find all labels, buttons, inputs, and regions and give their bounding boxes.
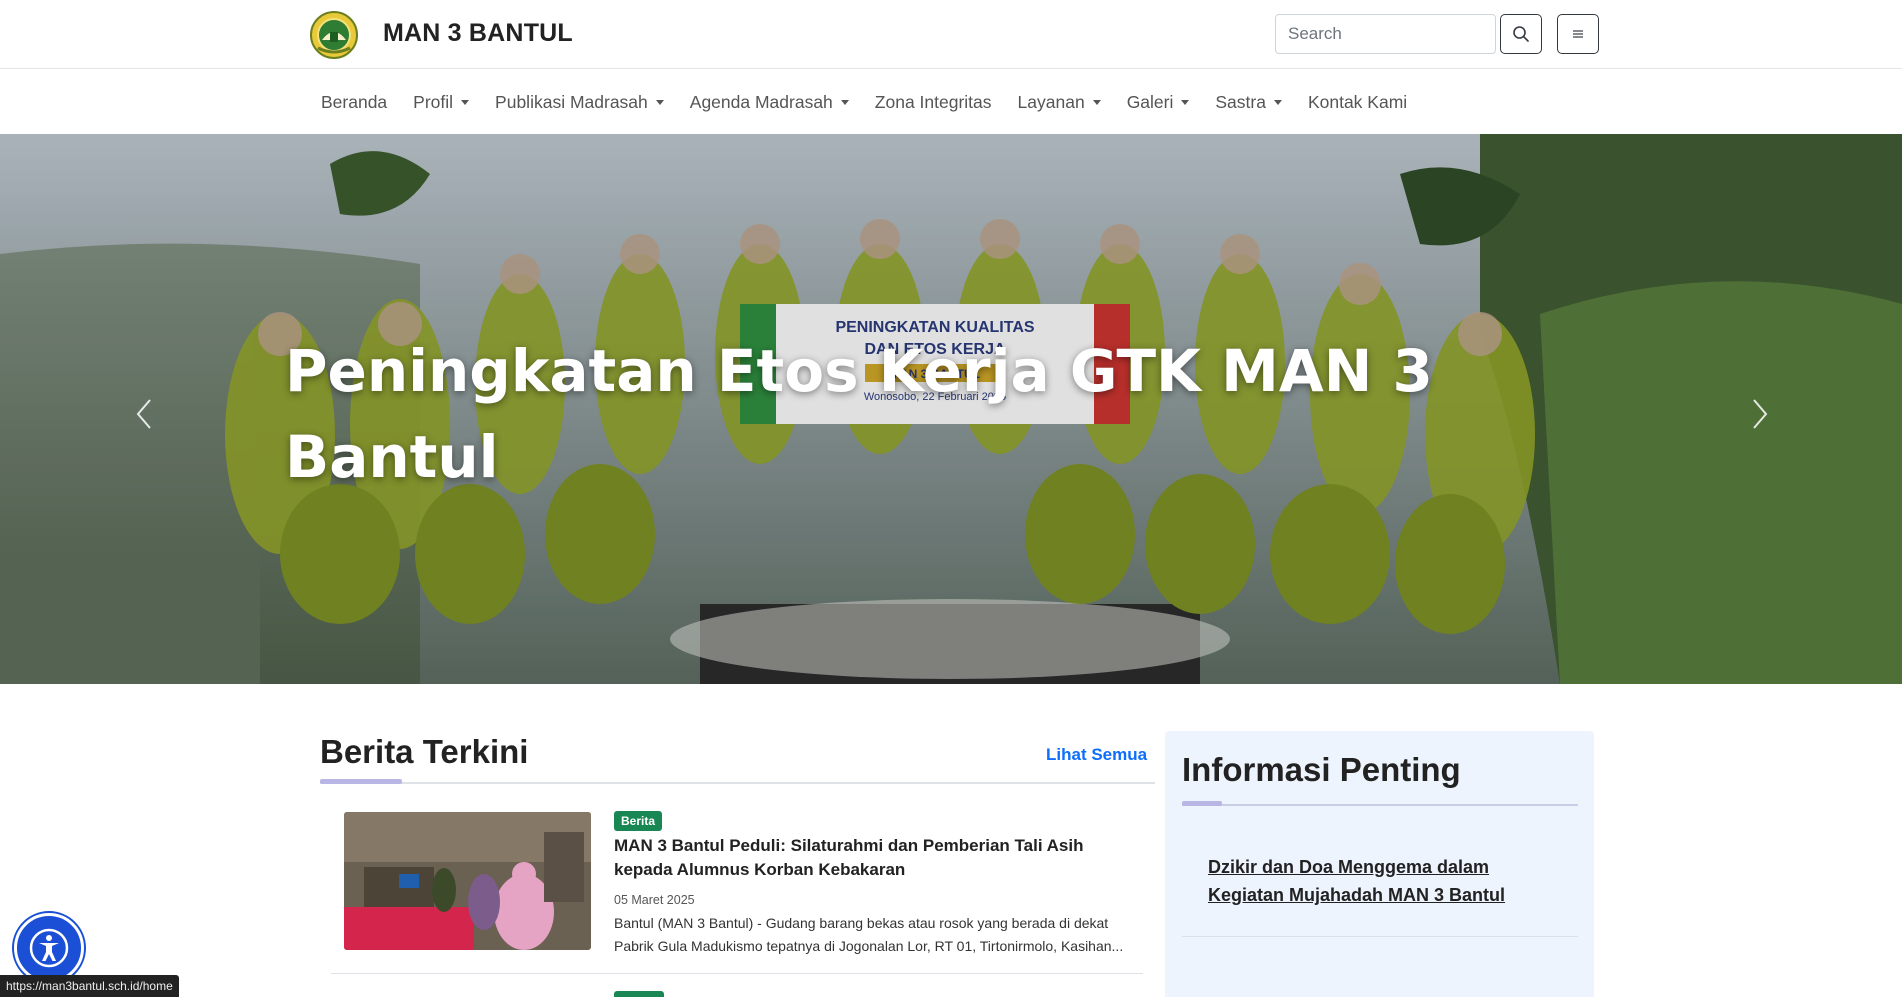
info-item-divider [1182, 936, 1578, 937]
main-nav: Beranda Profil Publikasi Madrasah Agenda… [0, 70, 1902, 134]
info-panel: Informasi Penting Dzikir dan Doa Menggem… [1165, 731, 1594, 997]
nav-item-label: Galeri [1126, 91, 1174, 112]
nav-item-label: Sastra [1215, 91, 1266, 112]
site-brand[interactable]: MAN 3 BANTUL [383, 19, 573, 48]
info-item-link[interactable]: Dzikir dan Doa Menggema dalam Kegiatan M… [1208, 853, 1548, 909]
nav-item-agenda[interactable]: Agenda Madrasah [677, 92, 862, 113]
caret-down-icon [461, 99, 470, 105]
news-excerpt: Bantul (MAN 3 Bantul) - Gudang barang be… [614, 915, 1124, 954]
carousel-next-button[interactable] [1740, 384, 1780, 444]
nav-item-publikasi[interactable]: Publikasi Madrasah [482, 92, 677, 113]
nav-item-label: Beranda [321, 91, 388, 112]
caret-down-icon [1273, 99, 1282, 105]
next-category-badge [614, 991, 664, 997]
category-badge[interactable]: Berita [614, 811, 663, 831]
nav-item-label: Profil [413, 91, 454, 112]
news-section-title: Berita Terkini [320, 733, 529, 770]
news-headline[interactable]: MAN 3 Bantul Peduli: Silaturahmi dan Pem… [614, 834, 1134, 882]
nav-item-label: Zona Integritas [874, 91, 992, 112]
caret-down-icon [1181, 99, 1190, 105]
chevron-right-icon [1753, 399, 1768, 429]
search-icon [1513, 26, 1529, 42]
nav-item-label: Publikasi Madrasah [495, 91, 648, 112]
nav-item-beranda[interactable]: Beranda [308, 92, 400, 113]
accessibility-button[interactable] [14, 913, 84, 983]
chevron-left-icon [136, 399, 151, 429]
caret-down-icon [840, 99, 849, 105]
nav-item-sastra[interactable]: Sastra [1202, 92, 1295, 113]
nav-item-zona-integritas[interactable]: Zona Integritas [862, 92, 1005, 113]
caret-down-icon [655, 99, 664, 105]
caret-down-icon [1092, 99, 1101, 105]
hamburger-icon [1573, 30, 1583, 38]
nav-item-kontak[interactable]: Kontak Kami [1295, 92, 1420, 113]
accessibility-icon [29, 928, 69, 968]
nav-list: Beranda Profil Publikasi Madrasah Agenda… [308, 70, 1420, 134]
nav-item-layanan[interactable]: Layanan [1005, 92, 1114, 113]
hero-title[interactable]: Peningkatan Etos Kerja GTK MAN 3 Bantul [285, 328, 1505, 500]
info-accent [1182, 801, 1222, 806]
news-item[interactable]: Berita MAN 3 Bantul Peduli: Silaturahmi … [331, 800, 1143, 974]
section-accent [320, 779, 402, 784]
carousel-prev-button[interactable] [124, 384, 164, 444]
menu-toggle-button[interactable] [1557, 14, 1599, 54]
site-header: MAN 3 BANTUL [0, 0, 1902, 69]
nav-item-label: Agenda Madrasah [689, 91, 833, 112]
search-input[interactable] [1275, 14, 1496, 54]
search-button[interactable] [1500, 14, 1542, 54]
nav-item-label: Layanan [1017, 91, 1085, 112]
school-logo[interactable] [308, 10, 360, 60]
see-all-link[interactable]: Lihat Semua [1046, 745, 1147, 765]
info-divider [1182, 804, 1578, 806]
status-bar-url: https://man3bantul.sch.id/home [0, 975, 179, 997]
section-divider [320, 782, 1155, 784]
nav-item-profil[interactable]: Profil [400, 92, 482, 113]
info-panel-title: Informasi Penting [1182, 751, 1461, 788]
news-date: 05 Maret 2025 [614, 893, 695, 907]
news-thumbnail[interactable] [344, 812, 591, 950]
nav-item-label: Kontak Kami [1307, 91, 1408, 112]
nav-item-galeri[interactable]: Galeri [1114, 92, 1203, 113]
hero-carousel: PENINGKATAN KUALITAS DAN ETOS KERJA MAN … [0, 134, 1902, 684]
